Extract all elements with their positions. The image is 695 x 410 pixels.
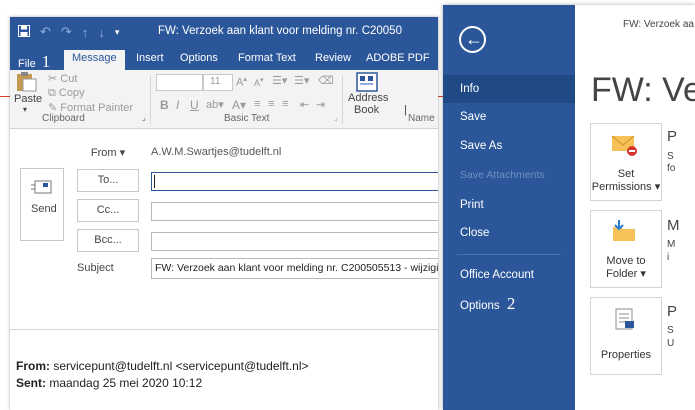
compose-window: ↶ ↷ ↑ ↓ ▾ FW: Verzoek aan klant voor mel… xyxy=(10,17,438,410)
move-to-folder-button[interactable]: Move to Folder ▾ xyxy=(590,210,662,288)
backstage-page-title: FW: Ve xyxy=(591,71,695,109)
up-arrow-icon[interactable]: ↑ xyxy=(82,25,89,40)
subject-field[interactable]: FW: Verzoek aan klant voor melding nr. C… xyxy=(151,258,438,279)
tab-format-text[interactable]: Format Text xyxy=(238,52,296,64)
grow-font-icon[interactable]: A▴ xyxy=(236,75,247,89)
font-size-box[interactable]: 11 xyxy=(203,74,233,91)
paste-button[interactable]: Paste ▾ xyxy=(14,72,42,114)
check-names-icon[interactable]: | xyxy=(404,104,407,116)
font-name-box[interactable] xyxy=(156,74,203,91)
nav-close[interactable]: Close xyxy=(443,219,575,247)
set-permissions-button[interactable]: Set Permissions ▾ xyxy=(590,123,662,201)
customize-qat-icon[interactable]: ▾ xyxy=(115,27,120,38)
body-sent-line: Sent: maandag 25 mei 2020 10:12 xyxy=(16,376,203,390)
align-left-icon[interactable]: ≡ xyxy=(254,98,260,110)
italic-button[interactable]: I xyxy=(176,98,179,112)
to-button[interactable]: To... xyxy=(77,169,139,192)
clipboard-group-label: Clipboard xyxy=(42,113,85,124)
undo-icon[interactable]: ↶ xyxy=(40,24,51,40)
increase-indent-icon[interactable]: ⇥ xyxy=(316,98,325,111)
backstage-info-pane: FW: Verzoek aa FW: Ve Set Permissions ▾ … xyxy=(575,5,695,410)
window-title: FW: Verzoek aan klant voor melding nr. C… xyxy=(158,25,402,37)
cc-button[interactable]: Cc... xyxy=(77,199,139,222)
tab-adobe-pdf[interactable]: ADOBE PDF xyxy=(366,52,430,64)
nav-info[interactable]: Info xyxy=(443,75,575,103)
save-icon[interactable] xyxy=(18,24,30,40)
nav-options[interactable]: Options 2 xyxy=(443,290,575,318)
tab-file[interactable]: File 1 xyxy=(18,52,50,72)
names-group-label: Name xyxy=(408,113,435,124)
body-from-line: From: servicepunt@tudelft.nl <servicepun… xyxy=(16,359,309,373)
properties-button[interactable]: Properties xyxy=(590,297,662,375)
backstage-window: ← Info Save Save As Save Attachments Pri… xyxy=(443,5,695,410)
copy-button[interactable]: ⧉ Copy xyxy=(48,87,85,100)
clear-formatting-icon[interactable]: ⌫ xyxy=(318,74,334,87)
divider xyxy=(150,76,151,124)
basic-text-group-label: Basic Text xyxy=(224,113,270,124)
redo-icon[interactable]: ↷ xyxy=(61,24,72,40)
to-field[interactable] xyxy=(151,172,438,191)
nav-save[interactable]: Save xyxy=(443,103,575,131)
chevron-down-icon: ▾ xyxy=(23,105,28,114)
nav-office-account[interactable]: Office Account xyxy=(443,261,575,289)
send-icon xyxy=(31,180,52,194)
permissions-envelope-icon xyxy=(611,135,637,156)
bullets-icon[interactable]: ☰▾ xyxy=(272,74,287,87)
copy-icon: ⧉ xyxy=(48,87,56,99)
bcc-field[interactable] xyxy=(151,232,438,251)
move-heading: M xyxy=(667,217,680,234)
quick-access-toolbar: ↶ ↷ ↑ ↓ ▾ xyxy=(18,24,119,40)
numbering-icon[interactable]: ☰▾ xyxy=(294,74,309,87)
permissions-heading: P xyxy=(667,128,678,145)
divider xyxy=(342,76,343,124)
tab-review[interactable]: Review xyxy=(315,52,351,64)
highlight-icon[interactable]: ab▾ xyxy=(206,98,224,111)
tab-message[interactable]: Message xyxy=(64,50,125,71)
title-bar: ↶ ↷ ↑ ↓ ▾ FW: Verzoek aan klant voor mel… xyxy=(10,17,438,48)
bcc-button[interactable]: Bcc... xyxy=(77,229,139,252)
cut-button[interactable]: ✂ Cut xyxy=(48,72,77,85)
ribbon: Paste ▾ ✂ Cut ⧉ Copy ✎ Format Painter Cl… xyxy=(10,70,438,129)
address-book-button[interactable]: Address Book xyxy=(348,72,388,116)
backstage-window-title: FW: Verzoek aa xyxy=(623,19,694,30)
decrease-indent-icon[interactable]: ⇤ xyxy=(300,98,309,111)
annotation-2: 2 xyxy=(506,294,516,313)
subject-label: Subject xyxy=(77,262,114,274)
properties-heading: P xyxy=(667,303,678,320)
nav-save-as[interactable]: Save As xyxy=(443,132,575,160)
cc-field[interactable] xyxy=(151,202,438,221)
paste-icon xyxy=(17,72,37,92)
shrink-font-icon[interactable]: A▾ xyxy=(254,76,264,88)
dialog-launcher-icon[interactable]: ⌟ xyxy=(142,113,146,122)
scissors-icon: ✂ xyxy=(48,73,58,85)
dialog-launcher-icon[interactable]: ⌟ xyxy=(334,113,338,122)
font-color-icon[interactable]: A▾ xyxy=(232,98,246,112)
tab-options[interactable]: Options xyxy=(180,52,218,64)
folder-move-icon xyxy=(613,220,635,241)
bold-button[interactable]: B xyxy=(160,98,169,112)
ribbon-tabs: File 1 Message Insert Options Format Tex… xyxy=(10,48,438,72)
properties-icon xyxy=(615,308,634,330)
underline-button[interactable]: U xyxy=(190,98,199,112)
back-arrow-icon: ← xyxy=(465,29,483,49)
address-book-icon xyxy=(356,72,378,92)
tab-insert[interactable]: Insert xyxy=(136,52,164,64)
message-body[interactable]: From: servicepunt@tudelft.nl <servicepun… xyxy=(10,329,438,410)
align-center-icon[interactable]: ≡ xyxy=(268,98,274,110)
backstage-nav: ← Info Save Save As Save Attachments Pri… xyxy=(443,5,575,410)
send-button[interactable]: Send xyxy=(20,168,64,241)
align-right-icon[interactable]: ≡ xyxy=(282,98,288,110)
from-address: A.W.M.Swartjes@tudelft.nl xyxy=(151,146,282,158)
annotation-1: 1 xyxy=(41,52,51,71)
nav-divider xyxy=(457,254,561,255)
nav-print[interactable]: Print xyxy=(443,191,575,219)
from-button[interactable]: From ▾ xyxy=(77,142,139,165)
compose-fields: From ▾ A.W.M.Swartjes@tudelft.nl Send To… xyxy=(10,129,438,329)
nav-save-attachments: Save Attachments xyxy=(460,169,545,181)
back-button[interactable]: ← xyxy=(459,26,486,53)
down-arrow-icon[interactable]: ↓ xyxy=(98,25,105,40)
